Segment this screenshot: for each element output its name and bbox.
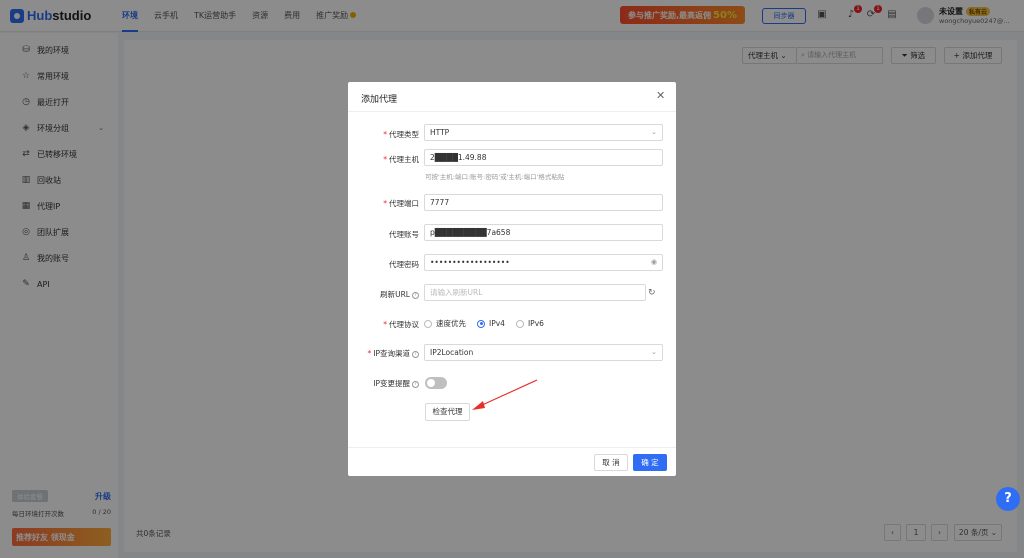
chevron-down-icon: ⌄	[651, 348, 657, 356]
proxy-host-input[interactable]: 2████1.49.88	[424, 149, 663, 166]
proxy-password-label: 代理密码	[389, 260, 419, 269]
eye-off-icon[interactable]: ◉	[651, 255, 657, 270]
add-proxy-dialog: 添加代理 ✕ * 代理类型 HTTP ⌄ * 代理主机 2████1.49.88 可按…	[348, 82, 676, 476]
radio-icon	[515, 319, 524, 328]
radio-icon	[424, 319, 432, 328]
help-icon[interactable]: ?	[412, 291, 419, 299]
proxy-port-label: * 代理端口	[383, 199, 419, 208]
refresh-url-input[interactable]: 请输入刷新URL	[424, 284, 646, 301]
radio-ipv6[interactable]: IPv6	[515, 319, 544, 328]
proxy-password-input[interactable]: •••••••••••••••••• ◉	[424, 254, 663, 271]
proxy-type-label: * 代理类型	[383, 130, 419, 139]
proxy-account-input[interactable]: p█████████7a658	[424, 224, 663, 241]
divider	[348, 447, 676, 448]
ip-change-label: IP变更提醒?	[373, 378, 419, 389]
ip-change-toggle[interactable]	[425, 377, 447, 389]
protocol-label: * 代理协议	[383, 320, 419, 329]
radio-speed-first[interactable]: 速度优先	[424, 318, 466, 329]
refresh-url-label: 刷新URL?	[380, 289, 419, 300]
ip-channel-select[interactable]: IP2Location ⌄	[424, 344, 663, 361]
cancel-button[interactable]: 取 消	[594, 454, 628, 471]
chevron-down-icon: ⌄	[651, 128, 657, 136]
radio-checked-icon	[477, 319, 485, 328]
proxy-host-hint: 可按'主机:端口:账号:密码'或'主机:端口'格式粘贴	[425, 173, 565, 181]
proxy-port-input[interactable]: 7777	[424, 194, 663, 211]
protocol-radio-group: 速度优先 IPv4 IPv6	[424, 318, 555, 329]
dialog-title: 添加代理	[361, 95, 398, 105]
check-proxy-button[interactable]: 检查代理	[425, 403, 470, 421]
divider	[348, 111, 676, 112]
ok-button[interactable]: 确 定	[633, 454, 667, 471]
refresh-icon[interactable]: ↻	[648, 288, 656, 298]
proxy-account-label: 代理账号	[389, 230, 419, 239]
help-icon[interactable]: ?	[412, 350, 419, 358]
ip-channel-label: * IP查询渠道?	[368, 348, 419, 359]
radio-ipv4[interactable]: IPv4	[477, 319, 505, 328]
help-fab[interactable]: ?	[996, 487, 1020, 511]
proxy-type-select[interactable]: HTTP ⌄	[424, 124, 663, 141]
close-icon[interactable]: ✕	[656, 89, 665, 102]
help-icon[interactable]: ?	[412, 380, 419, 388]
proxy-host-label: * 代理主机	[383, 155, 419, 164]
